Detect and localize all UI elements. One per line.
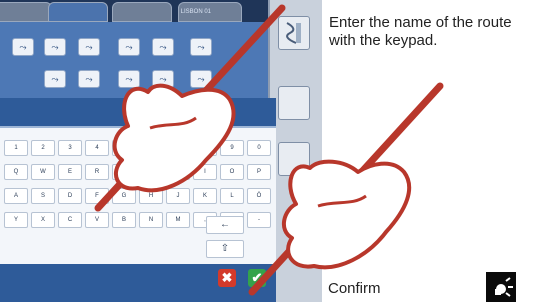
key[interactable]: Ö (247, 188, 271, 204)
route-button[interactable]: ⤳ (78, 38, 100, 56)
key[interactable]: 0 (247, 140, 271, 156)
key[interactable]: F (85, 188, 109, 204)
side-button-3[interactable] (278, 142, 310, 176)
action-bar: ✖ ✔ (0, 264, 276, 302)
route-button[interactable]: ⤳ (152, 38, 174, 56)
key[interactable]: G (112, 188, 136, 204)
route-button[interactable]: ⤳ (152, 70, 174, 88)
key[interactable]: I (193, 164, 217, 180)
side-toolbar (268, 0, 322, 302)
key[interactable]: 3 (58, 140, 82, 156)
key[interactable]: W (31, 164, 55, 180)
key[interactable]: L (220, 188, 244, 204)
route-panel: ⤳ ⤳ ⤳ ⤳ ⤳ ⤳ ⤳ ⤳ ⤳ ⤳ ⤳ (0, 22, 270, 102)
keypad: 1234567890QWERTZUIOPASDFGHJKLÖYXCVBNM,.-… (0, 98, 276, 288)
key[interactable]: 4 (85, 140, 109, 156)
key[interactable]: Y (4, 212, 28, 228)
key[interactable]: T (112, 164, 136, 180)
tab-4[interactable]: LISBON 01 (178, 2, 242, 22)
key[interactable]: 2 (31, 140, 55, 156)
key[interactable]: Z (139, 164, 163, 180)
route-button[interactable]: ⤳ (44, 70, 66, 88)
key[interactable]: 8 (193, 140, 217, 156)
key[interactable]: 1 (4, 140, 28, 156)
key[interactable]: U (166, 164, 190, 180)
hint-icon (486, 272, 516, 302)
enter-key[interactable]: ← (206, 216, 244, 234)
tab-2[interactable] (48, 2, 108, 22)
key[interactable]: - (247, 212, 271, 228)
tab-label: LISBON 01 (180, 9, 211, 15)
key[interactable]: X (31, 212, 55, 228)
key[interactable]: N (139, 212, 163, 228)
key[interactable]: A (4, 188, 28, 204)
key[interactable]: H (139, 188, 163, 204)
device-screen: LISBON 01 ⚙ ⤳ ⤳ ⤳ ⤳ ⤳ ⤳ ⤳ ⤳ ⤳ ⤳ ⤳ 123456… (0, 0, 322, 302)
key[interactable]: K (193, 188, 217, 204)
route-button[interactable]: ⤳ (190, 38, 212, 56)
route-button[interactable]: ⤳ (118, 70, 140, 88)
route-icon[interactable] (278, 16, 310, 50)
confirm-icon[interactable]: ✔ (248, 269, 266, 287)
shift-key[interactable]: ⇧ (206, 240, 244, 258)
route-button[interactable]: ⤳ (44, 38, 66, 56)
key[interactable]: 7 (166, 140, 190, 156)
side-button-2[interactable] (278, 86, 310, 120)
key[interactable]: 9 (220, 140, 244, 156)
key[interactable]: B (112, 212, 136, 228)
key[interactable]: Q (4, 164, 28, 180)
key[interactable]: 6 (139, 140, 163, 156)
key[interactable]: S (31, 188, 55, 204)
instruction-text: Enter the name of the route with the key… (329, 14, 512, 49)
confirm-caption: Confirm (328, 280, 381, 297)
key[interactable]: D (58, 188, 82, 204)
route-button[interactable]: ⤳ (118, 38, 140, 56)
key[interactable]: M (166, 212, 190, 228)
tab-1[interactable] (0, 2, 52, 22)
key[interactable]: E (58, 164, 82, 180)
key[interactable]: V (85, 212, 109, 228)
route-button[interactable]: ⤳ (190, 70, 212, 88)
route-button[interactable]: ⤳ (78, 70, 100, 88)
key[interactable]: 5 (112, 140, 136, 156)
cancel-icon[interactable]: ✖ (218, 269, 236, 287)
tab-3[interactable] (112, 2, 172, 22)
key[interactable]: C (58, 212, 82, 228)
key[interactable]: J (166, 188, 190, 204)
key[interactable]: O (220, 164, 244, 180)
key[interactable]: P (247, 164, 271, 180)
route-button[interactable]: ⤳ (12, 38, 34, 56)
key[interactable]: R (85, 164, 109, 180)
